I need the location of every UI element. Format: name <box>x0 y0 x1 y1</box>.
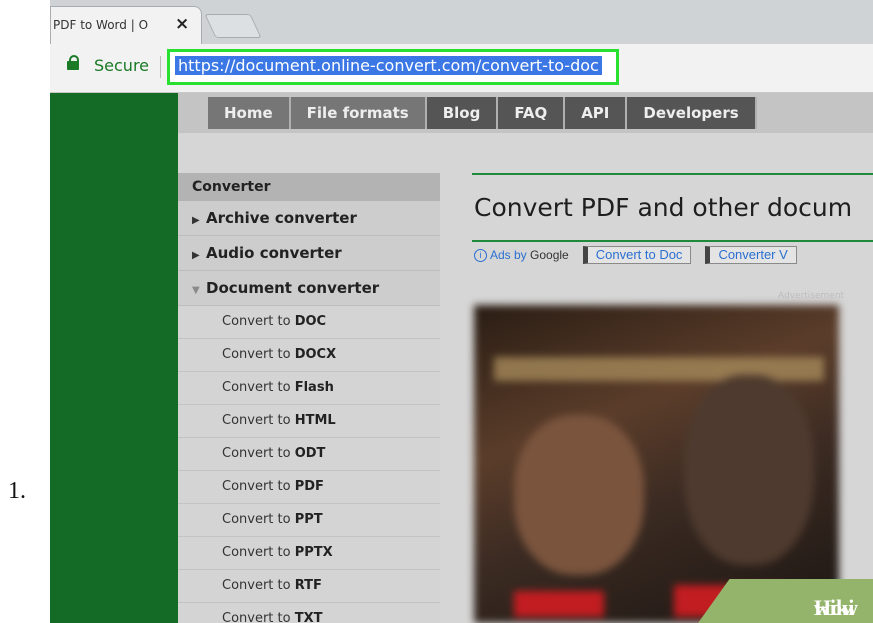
poster-title-band <box>494 357 824 381</box>
item-prefix: Convert to <box>222 545 295 560</box>
url-input[interactable]: https://document.online-convert.com/conv… <box>175 56 602 75</box>
tab-strip: PDF to Word | O × <box>50 0 873 45</box>
item-format: TXT <box>294 611 323 623</box>
blurred-ad-image[interactable] <box>474 305 839 623</box>
sidebar-item-odt[interactable]: Convert to ODT <box>178 438 440 471</box>
sidebar-item-rtf[interactable]: Convert to RTF <box>178 570 440 603</box>
address-separator <box>160 56 161 78</box>
new-tab-button[interactable] <box>204 14 262 38</box>
item-format: DOCX <box>294 347 337 362</box>
nav-faq[interactable]: FAQ <box>498 97 566 129</box>
item-format: PDF <box>294 479 324 494</box>
ads-label[interactable]: Ads by Google <box>490 248 569 262</box>
info-icon[interactable]: i <box>474 248 487 262</box>
item-prefix: Convert to <box>222 446 295 461</box>
sidebar-category-audio[interactable]: ▶ Audio converter <box>178 236 440 271</box>
tab-title: PDF to Word | O <box>53 18 149 32</box>
category-label: Archive converter <box>206 209 357 227</box>
sidebar-item-txt[interactable]: Convert to TXT <box>178 603 440 623</box>
item-prefix: Convert to <box>222 512 295 527</box>
nav-home[interactable]: Home <box>208 97 291 129</box>
close-icon[interactable]: × <box>175 14 189 34</box>
sidebar-item-flash[interactable]: Convert to Flash <box>178 372 440 405</box>
content-divider <box>472 173 873 175</box>
ads-brand: Google <box>530 248 569 262</box>
category-label: Audio converter <box>206 244 342 262</box>
nav-developers[interactable]: Developers <box>627 97 757 129</box>
ads-divider <box>472 240 873 242</box>
top-nav: Home File formats Blog FAQ API Developer… <box>208 97 757 129</box>
screenshot: PDF to Word | O × Secure https://documen… <box>50 0 873 623</box>
watermark-how: How <box>814 595 858 620</box>
sidebar-item-html[interactable]: Convert to HTML <box>178 405 440 438</box>
step-number: 1. <box>8 478 26 504</box>
item-format: DOC <box>294 314 327 329</box>
item-prefix: Convert to <box>222 578 295 593</box>
sidebar-item-ppt[interactable]: Convert to PPT <box>178 504 440 537</box>
category-label: Document converter <box>206 279 380 297</box>
item-format: ODT <box>294 446 326 461</box>
sidebar-item-pptx[interactable]: Convert to PPTX <box>178 537 440 570</box>
converter-sidebar: Converter ▶ Archive converter ▶ Audio conv… <box>178 173 440 623</box>
nav-blog[interactable]: Blog <box>426 97 499 129</box>
triangle-down-icon: ▼ <box>192 285 200 296</box>
nav-file-formats[interactable]: File formats <box>290 97 427 129</box>
url-highlight-box[interactable]: https://document.online-convert.com/conv… <box>167 49 619 85</box>
item-prefix: Convert to <box>222 479 295 494</box>
lock-icon <box>67 55 79 70</box>
sidebar-item-pdf[interactable]: Convert to PDF <box>178 471 440 504</box>
poster-figure-left <box>514 415 644 575</box>
triangle-right-icon: ▶ <box>192 250 200 261</box>
triangle-right-icon: ▶ <box>192 215 200 226</box>
sidebar-category-archive[interactable]: ▶ Archive converter <box>178 201 440 236</box>
sidebar-item-docx[interactable]: Convert to DOCX <box>178 339 440 372</box>
item-format: HTML <box>294 413 336 428</box>
ad-link-convert-to-doc[interactable]: Convert to Doc <box>582 246 692 264</box>
item-format: PPT <box>294 512 323 527</box>
item-prefix: Convert to <box>222 611 295 623</box>
web-page: Home File formats Blog FAQ API Developer… <box>50 93 873 623</box>
advertisement-label: Advertisement <box>778 291 845 301</box>
sidebar-header: Converter <box>178 173 440 201</box>
nav-api[interactable]: API <box>565 97 628 129</box>
ads-by-text: Ads by <box>490 248 527 262</box>
item-format: PPTX <box>294 545 333 560</box>
ad-link-converter[interactable]: Converter V <box>705 246 797 264</box>
ads-bar: i Ads by Google Convert to Doc Converter… <box>474 246 797 264</box>
poster-figure-right <box>684 375 814 565</box>
page-title: Convert PDF and other docum <box>474 193 853 222</box>
item-prefix: Convert to <box>222 314 295 329</box>
browser-tab[interactable]: PDF to Word | O × <box>50 6 202 45</box>
item-format: Flash <box>294 380 334 395</box>
item-prefix: Convert to <box>222 413 295 428</box>
brand-green-panel <box>50 93 178 623</box>
secure-label[interactable]: Secure <box>94 56 149 75</box>
address-bar: Secure https://document.online-convert.c… <box>50 44 873 93</box>
poster-logo-left <box>514 591 604 617</box>
item-prefix: Convert to <box>222 347 295 362</box>
item-prefix: Convert to <box>222 380 295 395</box>
sidebar-item-doc[interactable]: Convert to DOC <box>178 306 440 339</box>
sidebar-category-document[interactable]: ▼ Document converter <box>178 271 440 306</box>
item-format: RTF <box>294 578 322 593</box>
